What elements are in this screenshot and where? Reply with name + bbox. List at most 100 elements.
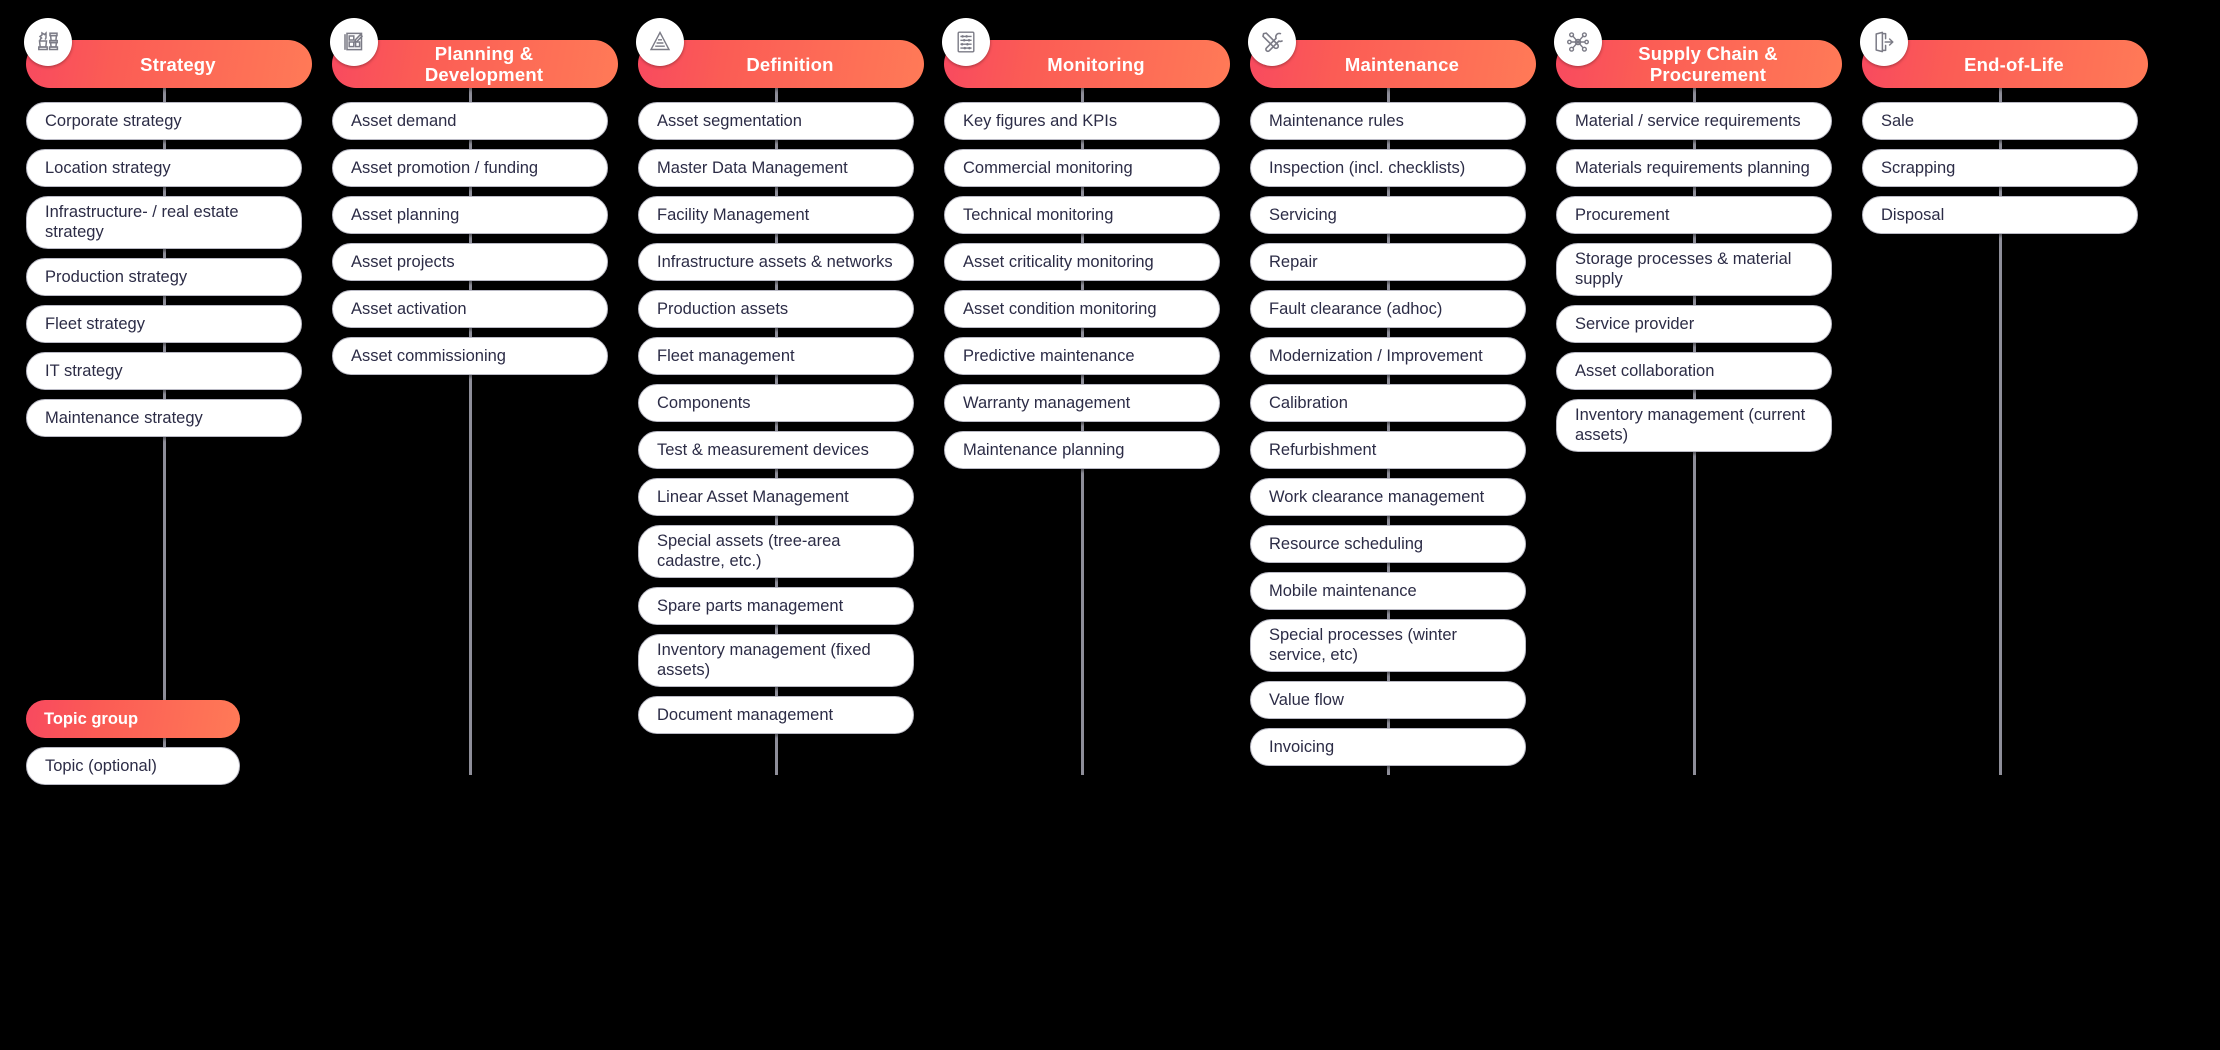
topic-pill[interactable]: Asset planning [332,196,608,234]
topic-pill[interactable]: Asset criticality monitoring [944,243,1220,281]
topic-pill[interactable]: Procurement [1556,196,1832,234]
topic-pill-label: Asset demand [351,111,457,130]
column-header-label: Maintenance [1344,53,1460,75]
topic-pill[interactable]: Asset condition monitoring [944,290,1220,328]
topic-pill[interactable]: Asset collaboration [1556,352,1832,390]
column-header-definition[interactable]: Definition [636,18,924,88]
topic-pill-label: Asset promotion / funding [351,158,539,177]
topic-pill[interactable]: Asset projects [332,243,608,281]
topic-pill-label: Test & measurement devices [657,440,869,459]
topic-pill[interactable]: Maintenance strategy [26,399,302,437]
topic-pill-label: Asset condition monitoring [963,299,1157,318]
topic-pill[interactable]: Disposal [1862,196,2138,234]
topic-pill-label: Infrastructure assets & networks [657,252,893,271]
topic-pill[interactable]: Servicing [1250,196,1526,234]
topic-pill-label: Spare parts management [657,596,844,615]
topic-pill[interactable]: Material / service requirements [1556,102,1832,140]
topic-pill[interactable]: Corporate strategy [26,102,302,140]
topic-pill[interactable]: Spare parts management [638,587,914,625]
column-header-supply-chain-procurement[interactable]: Supply Chain & Procurement [1554,18,1842,88]
topic-pill-label: Predictive maintenance [963,346,1135,365]
topic-pill-label: Infrastructure- / real estate strategy [45,203,239,241]
topic-pill[interactable]: Components [638,384,914,422]
topic-pill[interactable]: Repair [1250,243,1526,281]
topic-pill[interactable]: Location strategy [26,149,302,187]
column-header-maintenance[interactable]: Maintenance [1248,18,1536,88]
topic-pill[interactable]: Resource scheduling [1250,525,1526,563]
topic-pill-label: Resource scheduling [1269,534,1424,553]
topic-pill[interactable]: Master Data Management [638,149,914,187]
topic-pill[interactable]: Infrastructure assets & networks [638,243,914,281]
topic-pill[interactable]: Calibration [1250,384,1526,422]
topic-pill-label: Location strategy [45,158,171,177]
topic-pill-label: Technical monitoring [963,205,1114,224]
topic-pill-label: Modernization / Improvement [1269,346,1483,365]
topic-pill[interactable]: Inventory management (fixed assets) [638,634,914,687]
topic-pill-label: Inspection (incl. checklists) [1269,158,1466,177]
topic-pill[interactable]: Inspection (incl. checklists) [1250,149,1526,187]
topic-pill[interactable]: Asset activation [332,290,608,328]
topic-pill[interactable]: Special processes (winter service, etc) [1250,619,1526,672]
column-container: Strategy Corporate strategy Location strat… [0,0,2220,775]
topic-pill[interactable]: Production assets [638,290,914,328]
column-monitoring: Monitoring Key figures and KPIs Commercial… [934,0,1230,775]
topic-pill[interactable]: Key figures and KPIs [944,102,1220,140]
column-header-monitoring[interactable]: Monitoring [942,18,1230,88]
topic-pill[interactable]: Modernization / Improvement [1250,337,1526,375]
topic-pill[interactable]: IT strategy [26,352,302,390]
topic-pill[interactable]: Technical monitoring [944,196,1220,234]
topic-pill-label: Special processes (winter service, etc) [1269,626,1457,664]
topic-pill[interactable]: Service provider [1556,305,1832,343]
topic-pill[interactable]: Invoicing [1250,728,1526,766]
column-header-label: Supply Chain & Procurement [1638,43,1778,85]
topic-pill[interactable]: Fault clearance (adhoc) [1250,290,1526,328]
topic-pill[interactable]: Asset commissioning [332,337,608,375]
topic-pill[interactable]: Document management [638,696,914,734]
asset-lifecycle-diagram: Strategy Corporate strategy Location strat… [0,0,2220,1050]
topic-pill-label: Work clearance management [1269,487,1485,506]
topic-pill-label: Asset commissioning [351,346,506,365]
topic-pill[interactable]: Predictive maintenance [944,337,1220,375]
topic-pill-label: Material / service requirements [1575,111,1801,130]
topic-pill[interactable]: Fleet management [638,337,914,375]
column-header-end-of-life[interactable]: End-of-Life [1860,18,2148,88]
topic-pill[interactable]: Fleet strategy [26,305,302,343]
topic-pill-label: Commercial monitoring [963,158,1133,177]
column-header-planning-development[interactable]: Planning & Development [330,18,618,88]
topic-pill[interactable]: Materials requirements planning [1556,149,1832,187]
column-header-strategy[interactable]: Strategy [24,18,312,88]
topic-pill[interactable]: Special assets (tree-area cadastre, etc.… [638,525,914,578]
topic-pill-label: Maintenance rules [1269,111,1404,130]
topic-pill[interactable]: Asset segmentation [638,102,914,140]
topic-pill-label: Storage processes & material supply [1575,250,1792,288]
topic-pill[interactable]: Maintenance rules [1250,102,1526,140]
topic-pill[interactable]: Scrapping [1862,149,2138,187]
topic-pill[interactable]: Refurbishment [1250,431,1526,469]
topic-pill[interactable]: Mobile maintenance [1250,572,1526,610]
column-header-label: End-of-Life [1964,53,2064,75]
topic-pill-label: Fleet management [657,346,795,365]
topic-pill-label: Production strategy [45,267,188,286]
tools-icon [1248,18,1296,66]
topic-pill-label: Fleet strategy [45,314,145,333]
column-definition: Definition Asset segmentation Master Data … [628,0,924,775]
topic-pill[interactable]: Test & measurement devices [638,431,914,469]
topic-pill[interactable]: Warranty management [944,384,1220,422]
topic-pill[interactable]: Facility Management [638,196,914,234]
topic-pill-label: Key figures and KPIs [963,111,1118,130]
topic-pill[interactable]: Commercial monitoring [944,149,1220,187]
legend-topic-optional: Topic (optional) [26,747,240,785]
topic-pill-label: Facility Management [657,205,810,224]
topic-pill[interactable]: Linear Asset Management [638,478,914,516]
topic-pill[interactable]: Asset demand [332,102,608,140]
topic-pill[interactable]: Sale [1862,102,2138,140]
topic-pill[interactable]: Maintenance planning [944,431,1220,469]
topic-pill[interactable]: Infrastructure- / real estate strategy [26,196,302,249]
topic-pill[interactable]: Value flow [1250,681,1526,719]
topic-pill[interactable]: Work clearance management [1250,478,1526,516]
topic-pill[interactable]: Asset promotion / funding [332,149,608,187]
topic-pill[interactable]: Storage processes & material supply [1556,243,1832,296]
topic-pill-label: Linear Asset Management [657,487,849,506]
topic-pill[interactable]: Inventory management (current assets) [1556,399,1832,452]
topic-pill[interactable]: Production strategy [26,258,302,296]
